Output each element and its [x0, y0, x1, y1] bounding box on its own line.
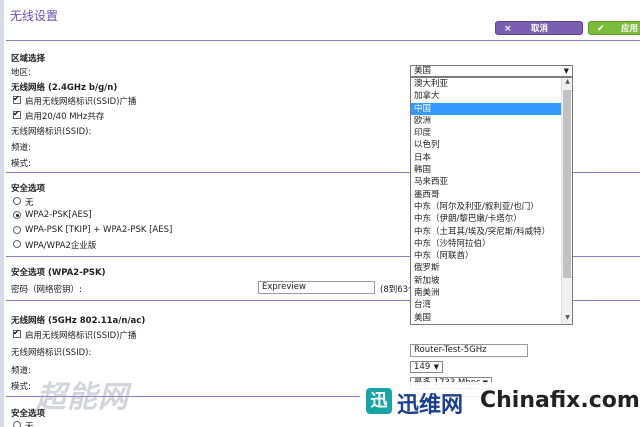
- coexist-checkbox[interactable]: [13, 109, 21, 119]
- region-option[interactable]: 墨西哥: [411, 189, 561, 201]
- page-title: 无线设置: [10, 9, 59, 23]
- security24-option-enterprise-radio[interactable]: [13, 240, 21, 248]
- channel-24-label: 频道:: [11, 143, 31, 153]
- security5-option-label: 无: [25, 422, 34, 427]
- chevron-down-icon: ▼: [563, 67, 569, 75]
- ssid-broadcast-5-checkbox[interactable]: [13, 328, 21, 338]
- region-select[interactable]: 美国 ▼: [410, 65, 573, 77]
- chevron-down-icon: ▼: [433, 363, 439, 371]
- cancel-button[interactable]: × 取消: [495, 21, 583, 35]
- channel-5-select[interactable]: 149 ▼: [410, 361, 443, 373]
- ssid-24-label: 无线网络标识(SSID):: [11, 127, 92, 137]
- ssid-5-input[interactable]: Router-Test-5GHz: [410, 344, 528, 357]
- ssid-5-label: 无线网络标识(SSID):: [11, 348, 92, 358]
- password-input[interactable]: Expreview: [258, 281, 375, 294]
- region-option[interactable]: 中东（阿联酋）: [411, 250, 561, 262]
- wireless24-heading: 无线网络 (2.4GHz b/g/n): [11, 83, 118, 93]
- security24-heading: 安全选项: [11, 184, 46, 194]
- apply-button[interactable]: ✔ 应用: [588, 21, 640, 35]
- channel-5-value: 149: [414, 362, 431, 372]
- region-option[interactable]: 美国: [411, 312, 561, 324]
- scroll-up-icon[interactable]: ▲: [563, 78, 572, 88]
- region-option[interactable]: 中东（土耳其/埃及/突尼斯/科威特）: [411, 226, 561, 238]
- mode-24-label: 模式:: [11, 159, 31, 169]
- ssid-broadcast-24-checkbox[interactable]: [13, 94, 21, 104]
- region-option[interactable]: 加拿大: [411, 90, 561, 102]
- security24-option-label: WPA/WPA2企业版: [25, 241, 97, 251]
- region-option[interactable]: 南美洲: [411, 287, 561, 299]
- region-selected-value: 美国: [414, 66, 432, 76]
- region-heading: 区域选择: [11, 54, 46, 64]
- security24-option-none-radio[interactable]: [13, 197, 21, 205]
- region-option[interactable]: 俄罗斯: [411, 262, 561, 274]
- title-divider: [6, 40, 640, 41]
- region-option[interactable]: 中东（沙特阿拉伯）: [411, 238, 561, 250]
- security24-option-label: 无: [25, 198, 34, 208]
- region-option[interactable]: 马来西亚: [411, 176, 561, 188]
- region-option[interactable]: 中国: [411, 102, 561, 115]
- password-label: 密码（网络密钥）:: [11, 285, 82, 295]
- security24-option-wpa2-radio[interactable]: [13, 211, 21, 219]
- watermark-logo-icon: 迅: [366, 388, 392, 414]
- region-option[interactable]: 以色列: [411, 139, 561, 151]
- ssid-broadcast-5-label: 启用无线网络标识(SSID)广播: [25, 331, 137, 341]
- region-option[interactable]: 中东（阿尔及利亚/叙利亚/也门）: [411, 201, 561, 213]
- region-dropdown-list[interactable]: 澳大利亚 加拿大 中国 欧洲 印度 以色列 日本 韩国 马来西亚 墨西哥 中东（阿尔及利亚/叙利亚/…: [410, 77, 573, 325]
- watermark-cn-text: 迅维网: [397, 393, 464, 418]
- coexist-label: 启用20/40 MHz共存: [25, 112, 105, 122]
- region-option[interactable]: 澳大利亚: [411, 78, 561, 90]
- region-label: 地区:: [11, 68, 31, 78]
- check-icon: ✔: [597, 24, 605, 34]
- watermark-en-text: Chinafix.com: [480, 388, 640, 413]
- security5-option-none-radio[interactable]: [13, 421, 21, 427]
- mode-5-label: 模式:: [11, 382, 31, 392]
- channel-5-label: 频道:: [11, 366, 31, 376]
- region-option[interactable]: 日本: [411, 152, 561, 164]
- region-option[interactable]: 欧洲: [411, 115, 561, 127]
- wireless5-heading: 无线网络 (5GHz 802.11a/n/ac): [11, 316, 146, 326]
- security24-option-label: WPA-PSK [TKIP] + WPA2-PSK [AES]: [25, 225, 173, 235]
- cancel-button-label: 取消: [531, 24, 549, 34]
- region-option[interactable]: 韩国: [411, 164, 561, 176]
- region-option[interactable]: 中东（伊朗/黎巴嫩/卡塔尔）: [411, 213, 561, 225]
- ssid-broadcast-24-label: 启用无线网络标识(SSID)广播: [25, 97, 137, 107]
- security24-option-mixed-radio[interactable]: [13, 226, 21, 234]
- scrollbar-thumb[interactable]: [563, 90, 571, 278]
- scroll-down-icon[interactable]: ▼: [563, 314, 572, 324]
- close-icon: ×: [504, 24, 512, 34]
- left-edge-strip: [0, 0, 4, 427]
- wpa2-heading: 安全选项 (WPA2-PSK): [11, 268, 106, 278]
- security24-option-label: WPA2-PSK[AES]: [25, 210, 92, 220]
- region-option[interactable]: 印度: [411, 127, 561, 139]
- dropdown-scrollbar[interactable]: ▲ ▼: [561, 78, 572, 324]
- region-option[interactable]: 台湾: [411, 299, 561, 311]
- watermark-left: 超能网: [36, 380, 129, 415]
- region-option[interactable]: 新加坡: [411, 275, 561, 287]
- apply-button-label: 应用: [621, 24, 639, 34]
